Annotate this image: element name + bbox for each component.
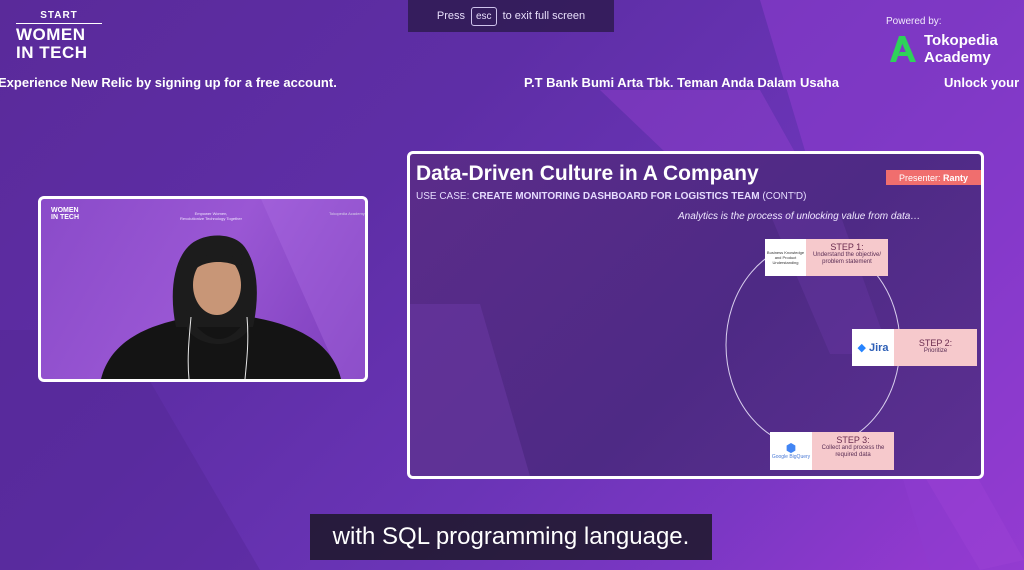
- bigquery-label: Google BigQuery: [771, 454, 811, 460]
- business-knowledge-icon: Business Knowledge and Product Understan…: [765, 239, 806, 276]
- fullscreen-hint-suffix: to exit full screen: [502, 10, 586, 22]
- step-1-title: STEP 1:: [830, 242, 864, 252]
- ticker-item: P.T Bank Bumi Arta Tbk. Teman Anda Dalam…: [524, 75, 839, 90]
- jira-label: Jira: [868, 341, 889, 354]
- sponsor-name-line-1: Tokopedia: [924, 32, 998, 49]
- esc-key[interactable]: esc: [471, 6, 497, 26]
- step-2-card: STEP 2: Prioritize: [894, 329, 977, 366]
- presentation-slide[interactable]: Data-Driven Culture in A Company USE CAS…: [407, 151, 984, 479]
- google-bigquery-icon: ⬢ Google BigQuery: [770, 432, 812, 470]
- step-2-title: STEP 2:: [918, 338, 953, 348]
- sponsor-name-line-2: Academy: [924, 49, 991, 66]
- logo-line-1: WOMEN: [16, 25, 86, 44]
- step-3-card: STEP 3: Collect and process the required…: [812, 432, 894, 470]
- presenter-video-tile[interactable]: WOMEN IN TECH Empower Women, Revolutioni…: [38, 196, 368, 382]
- tokopedia-mark-icon: [890, 36, 916, 62]
- news-ticker: Experience New Relic by signing up for a…: [0, 75, 1024, 93]
- ticker-item: Experience New Relic by signing up for a…: [0, 75, 337, 90]
- step-1-card: STEP 1: Understand the objective/ proble…: [806, 239, 888, 276]
- step-3-title: STEP 3:: [836, 435, 870, 445]
- process-cycle-ring: [725, 241, 901, 449]
- fullscreen-hint-prefix: Press: [436, 10, 465, 22]
- logo-line-2: IN TECH: [16, 43, 88, 62]
- step-1-desc: Understand the objective/ problem statem…: [812, 252, 882, 265]
- tokopedia-academy-logo: Tokopedia Academy: [888, 32, 998, 66]
- logo-divider: [16, 23, 102, 24]
- women-in-tech-logo: START WOMEN IN TECH: [16, 10, 106, 62]
- bigquery-glyph-icon: ⬢: [785, 441, 797, 455]
- presenter-figure: [101, 199, 365, 379]
- subtitle-caption: with SQL programming language.: [310, 514, 712, 560]
- logo-start-text: START: [40, 10, 78, 21]
- powered-by-label: Powered by:: [886, 16, 942, 27]
- ticker-item: Unlock your: [944, 75, 1020, 90]
- fullscreen-hint: Press esc to exit full screen: [408, 0, 614, 32]
- step-3-desc: Collect and process the required data: [821, 445, 885, 458]
- jira-icon: ◆ Jira: [852, 329, 894, 366]
- jira-glyph-icon: ◆: [857, 342, 866, 354]
- step-2-desc: Prioritize: [923, 348, 948, 354]
